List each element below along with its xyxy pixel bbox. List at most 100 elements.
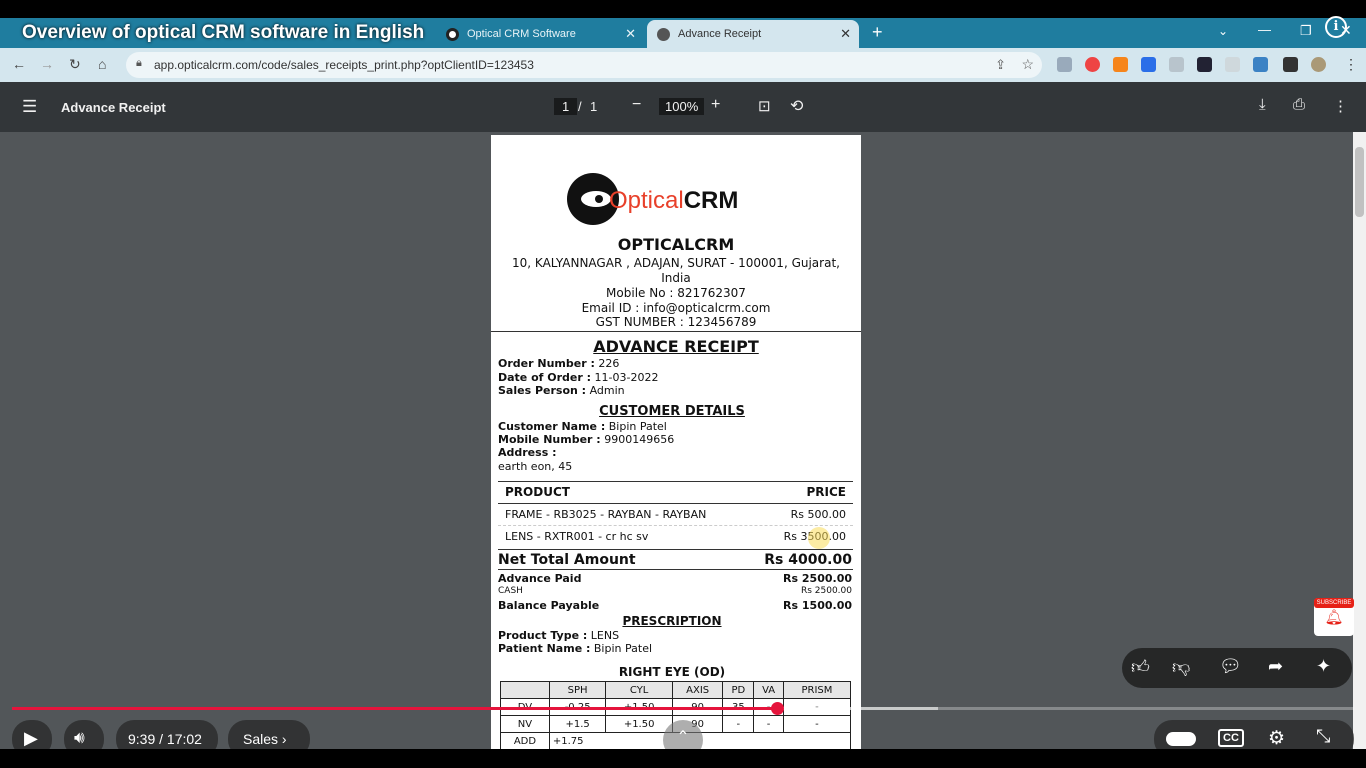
prescription-heading: PRESCRIPTION (622, 614, 722, 628)
reaction-bar: 👍︎ 👎︎ 💬︎ ➦ ✦ (1122, 648, 1352, 688)
home-icon[interactable]: ⌂ (98, 56, 106, 72)
customer-mobile: Mobile Number : 9900149656 (498, 433, 675, 446)
product-type: Product Type : LENS (498, 629, 620, 642)
company-address-line1: 10, KALYANNAGAR , ADAJAN, SURAT - 100001… (512, 256, 840, 270)
divider (491, 331, 861, 332)
lock-icon: 🔒︎ (136, 57, 142, 69)
patient-name: Patient Name : Bipin Patel (498, 642, 653, 655)
customer-heading: CUSTOMER DETAILS (599, 404, 745, 419)
subscribe-bell-watermark[interactable]: SUBSCRIBE 🔔︎ (1314, 598, 1354, 636)
tab-label: Advance Receipt (678, 28, 762, 40)
right-eye-heading: RIGHT EYE (OD) (618, 665, 726, 679)
zoom-in-icon[interactable]: + (711, 96, 720, 114)
comments-icon[interactable]: 💬︎ (1219, 656, 1242, 677)
reload-icon[interactable]: ↻ (69, 56, 81, 73)
share-video-icon[interactable]: ➦ (1268, 656, 1283, 677)
tab-advance-receipt[interactable]: Advance Receipt ✕ (647, 20, 859, 48)
extension-mail-icon[interactable] (1169, 57, 1184, 72)
page-separator: / (578, 99, 582, 114)
page-number-input[interactable]: 1 (554, 98, 578, 115)
profile-avatar[interactable] (1311, 57, 1326, 72)
extension-cast-icon[interactable] (1057, 57, 1072, 72)
progress-played (12, 707, 777, 710)
extension-edit-icon[interactable] (1225, 57, 1240, 72)
zoom-level-input[interactable]: 100% (659, 98, 705, 115)
table-row: FRAME - RB3025 - RAYBAN - RAYBAN Rs 500.0… (498, 504, 853, 526)
advance-paid-row: Advance Paid Rs 2500.00 (498, 572, 852, 585)
video-title[interactable]: Overview of optical CRM software in Engl… (22, 22, 424, 44)
tab-search-icon[interactable]: ⌄ (1218, 24, 1228, 38)
url-field[interactable]: 🔒︎ app.opticalcrm.com/code/sales_receipt… (126, 52, 1042, 78)
extension-arrow-icon[interactable] (1253, 57, 1268, 72)
order-number: Order Number : 226 (498, 357, 620, 370)
scrollbar-thumb[interactable] (1355, 147, 1364, 217)
hamburger-menu-icon[interactable]: ☰ (22, 97, 37, 117)
address-bar: ← → ↻ ⌂ 🔒︎ app.opticalcrm.com/code/sales… (0, 48, 1366, 82)
company-name: OPTICALCRM (617, 235, 735, 254)
browser-menu-icon[interactable]: ⋮ (1344, 56, 1358, 73)
pdf-title: Advance Receipt (61, 100, 166, 115)
product-table-header: PRODUCT PRICE (498, 482, 853, 504)
vertical-scrollbar[interactable] (1353, 132, 1366, 749)
info-icon[interactable]: i (1325, 16, 1347, 38)
exit-fullscreen-icon[interactable]: ⤡ (1316, 726, 1330, 747)
sales-person: Sales Person : Admin (498, 384, 625, 397)
page-total: 1 (590, 99, 598, 114)
settings-gear-icon[interactable]: ⚙ (1268, 727, 1285, 750)
company-mobile: Mobile No : 821762307 (606, 286, 746, 300)
print-icon[interactable]: ⎙ (1293, 96, 1305, 113)
extension-a-icon[interactable] (1141, 57, 1156, 72)
back-icon[interactable]: ← (12, 56, 26, 72)
rotate-icon[interactable]: ⟲ (790, 96, 803, 116)
table-row: LENS - RXTR001 - cr hc svRs 3500.00 (498, 526, 853, 550)
customer-address-label: Address : (498, 446, 557, 459)
window-top-bar (0, 0, 1366, 18)
order-date: Date of Order : 11-03-2022 (498, 371, 659, 384)
extension-book-icon[interactable] (1197, 57, 1212, 72)
receipt-page: OpticalCRM OPTICALCRM 10, KALYANNAGAR , … (491, 135, 861, 749)
like-icon[interactable]: 👍︎ (1131, 656, 1150, 678)
close-tab-icon[interactable]: ✕ (625, 26, 636, 42)
cursor-highlight (808, 527, 830, 549)
cash-row: CASH Rs 2500.00 (498, 586, 852, 596)
net-total-row: Net Total Amount Rs 4000.00 (498, 552, 853, 570)
subscribe-label: SUBSCRIBE (1314, 598, 1354, 608)
chapter-label: Sales (243, 731, 279, 747)
volume-icon: 🔊︎ (74, 728, 85, 747)
balance-payable-row: Balance Payable Rs 1500.00 (498, 599, 852, 612)
ask-ai-icon[interactable]: ✦ (1316, 656, 1331, 677)
customer-name: Customer Name : Bipin Patel (498, 420, 667, 433)
share-icon[interactable]: ⇪ (995, 57, 1006, 73)
receipt-heading: ADVANCE RECEIPT (593, 337, 759, 356)
bookmark-star-icon[interactable]: ☆ (1021, 56, 1034, 73)
globe-icon (657, 27, 670, 41)
pdf-more-icon[interactable]: ⋮ (1333, 97, 1348, 115)
chevron-right-icon: › (281, 731, 287, 747)
dislike-icon[interactable]: 👎︎ (1172, 656, 1190, 678)
pdf-toolbar: ☰ Advance Receipt 1 / 1 − 100% + ⊡ ⟲ ⤓ ⎙… (0, 82, 1366, 132)
video-progress-bar[interactable] (12, 702, 1354, 715)
bell-icon: 🔔︎ (1324, 609, 1344, 626)
download-icon[interactable]: ⤓ (1259, 96, 1266, 113)
rx-header-row: SPH CYL AXIS PD VA PRISM (500, 681, 852, 699)
zoom-out-icon[interactable]: − (632, 96, 641, 114)
tab-label: Optical CRM Software (467, 28, 576, 40)
close-tab-icon[interactable]: ✕ (840, 26, 851, 42)
minimize-icon[interactable]: — (1258, 22, 1271, 37)
extensions-puzzle-icon[interactable] (1283, 57, 1298, 72)
company-address-line2: India (661, 271, 691, 285)
url-text: app.opticalcrm.com/code/sales_receipts_p… (154, 58, 534, 72)
screen-bottom-bar (0, 749, 1366, 768)
forward-icon[interactable]: → (40, 56, 54, 72)
play-icon: ▶ (24, 728, 38, 748)
opticalcrm-favicon-icon (446, 27, 459, 41)
new-tab-button[interactable]: + (872, 22, 883, 43)
extension-metamask-icon[interactable] (1113, 57, 1128, 72)
autoplay-toggle-icon[interactable] (1166, 732, 1196, 746)
restore-icon[interactable]: ❐ (1300, 23, 1312, 39)
fit-page-icon[interactable]: ⊡ (758, 97, 771, 115)
captions-icon[interactable]: CC (1218, 729, 1244, 747)
extension-chrome-icon[interactable] (1085, 57, 1100, 72)
progress-scrubber[interactable] (770, 702, 784, 715)
tab-optical-crm[interactable]: Optical CRM Software ✕ (436, 20, 644, 48)
